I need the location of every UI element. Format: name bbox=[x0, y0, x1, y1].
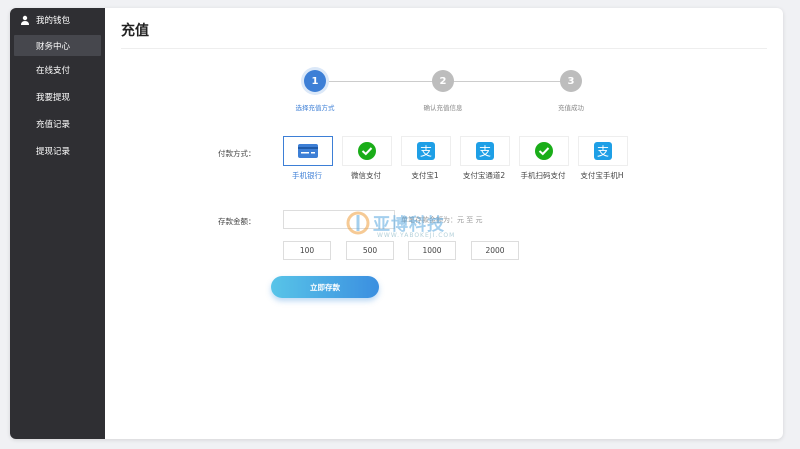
sidebar-item-label: 充值记录 bbox=[36, 119, 71, 130]
quick-amount-1000[interactable]: 1000 bbox=[408, 241, 456, 260]
sidebar-item-online-payment[interactable]: 在线支付 bbox=[10, 56, 105, 83]
sidebar-header-label: 我的钱包 bbox=[36, 16, 71, 26]
user-icon bbox=[21, 15, 29, 25]
svg-text:支: 支 bbox=[597, 145, 609, 159]
sidebar-item-label: 提现记录 bbox=[36, 146, 71, 157]
step-2-label: 确认充值信息 bbox=[423, 104, 463, 112]
pay-option-mobile-bank[interactable] bbox=[283, 136, 333, 166]
quick-amount-500[interactable]: 500 bbox=[346, 241, 394, 260]
sidebar-item-withdraw[interactable]: 我要提现 bbox=[10, 83, 105, 110]
step-1-circle: 1 bbox=[304, 70, 326, 92]
quick-amount-100[interactable]: 100 bbox=[283, 241, 331, 260]
amount-label: 存款金额： bbox=[218, 217, 256, 226]
alipay-icon: 支 bbox=[417, 142, 435, 160]
alipay-icon: 支 bbox=[476, 142, 494, 160]
bank-card-icon bbox=[298, 144, 318, 158]
alipay-icon: 支 bbox=[594, 142, 612, 160]
sidebar-item-recharge-records[interactable]: 充值记录 bbox=[10, 110, 105, 137]
sidebar-header[interactable]: 我的钱包 bbox=[10, 8, 105, 32]
pay-option-mobile-scan[interactable] bbox=[519, 136, 569, 166]
step-1-label: 选择充值方式 bbox=[295, 104, 335, 112]
pay-option-alipay-1[interactable]: 支 bbox=[401, 136, 451, 166]
step-3-label: 充值成功 bbox=[558, 104, 584, 112]
watermark: 亚博科技 WWW.YABOKEJI.COM bbox=[345, 210, 454, 240]
progress-steps: 1 2 3 选择充值方式 确认充值信息 充值成功 bbox=[295, 70, 595, 120]
quick-amount-2000[interactable]: 2000 bbox=[471, 241, 519, 260]
pay-option-alipay-mobile[interactable]: 支 bbox=[578, 136, 628, 166]
pay-label-alipay-mobile[interactable]: 支付宝手机H bbox=[567, 170, 637, 181]
sidebar-item-label: 财务中心 bbox=[36, 41, 71, 52]
wechat-icon bbox=[535, 142, 553, 160]
main-content: 充值 1 2 3 选择充值方式 确认充值信息 充值成功 付款方式： 支 支 支 … bbox=[105, 8, 783, 439]
sidebar-item-withdraw-records[interactable]: 提现记录 bbox=[10, 137, 105, 164]
svg-text:支: 支 bbox=[420, 145, 432, 159]
deposit-now-button[interactable]: 立即存款 bbox=[271, 276, 379, 298]
sidebar-item-label: 在线支付 bbox=[36, 65, 71, 76]
step-3-circle: 3 bbox=[560, 70, 582, 92]
wechat-icon bbox=[358, 142, 376, 160]
sidebar-item-finance-center[interactable]: 财务中心 bbox=[14, 35, 101, 56]
pay-option-wechat[interactable] bbox=[342, 136, 392, 166]
app-frame: 我的钱包 财务中心 在线支付 我要提现 充值记录 提现记录 充值 1 2 3 选… bbox=[10, 8, 783, 439]
step-connector bbox=[445, 81, 573, 82]
watermark-en: WWW.YABOKEJI.COM bbox=[377, 232, 456, 239]
payment-method-label: 付款方式： bbox=[218, 149, 256, 158]
title-divider bbox=[121, 48, 767, 49]
svg-text:支: 支 bbox=[479, 145, 491, 159]
sidebar: 我的钱包 财务中心 在线支付 我要提现 充值记录 提现记录 bbox=[10, 8, 105, 439]
page-title: 充值 bbox=[121, 23, 149, 39]
step-2-circle: 2 bbox=[432, 70, 454, 92]
watermark-logo-icon bbox=[346, 211, 370, 235]
sidebar-item-label: 我要提现 bbox=[36, 92, 71, 103]
pay-option-alipay-2[interactable]: 支 bbox=[460, 136, 510, 166]
step-connector bbox=[317, 81, 445, 82]
